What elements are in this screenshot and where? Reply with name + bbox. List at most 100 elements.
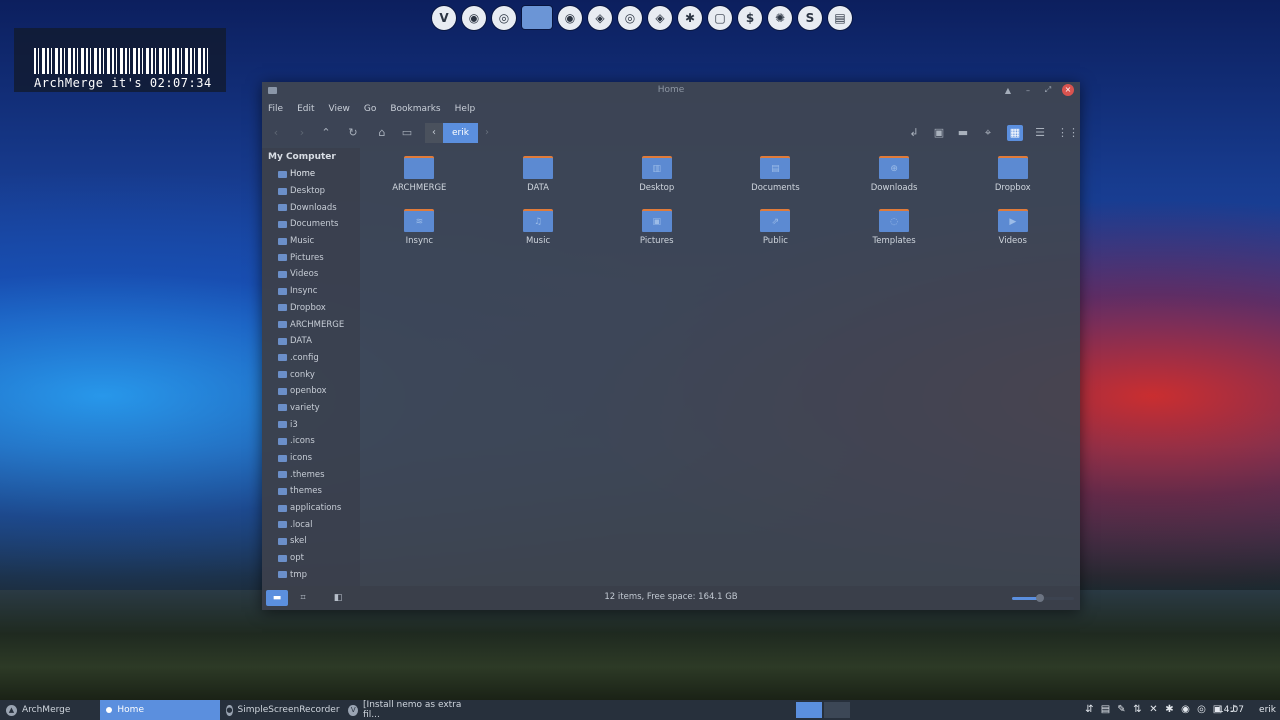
updates-icon[interactable]: ⇅: [1131, 703, 1144, 716]
clipboard-icon[interactable]: ▤: [1099, 703, 1112, 716]
workspace-1[interactable]: [796, 702, 822, 718]
folder-label: Desktop: [639, 183, 675, 193]
minimize-button[interactable]: –: [1022, 86, 1034, 95]
computer-button[interactable]: ▭: [399, 125, 415, 141]
sidebar-item[interactable]: skel: [262, 533, 360, 550]
sidebar-item[interactable]: opt: [262, 550, 360, 567]
menu-file[interactable]: File: [268, 104, 283, 114]
breadcrumb-current[interactable]: erik: [443, 123, 478, 143]
workspace-2[interactable]: [824, 702, 850, 718]
zoom-handle[interactable]: [1035, 594, 1044, 602]
sidebar-item[interactable]: variety: [262, 400, 360, 417]
sidebar-item[interactable]: Documents: [262, 216, 360, 233]
sidebar-item[interactable]: Music: [262, 233, 360, 250]
menu-edit[interactable]: Edit: [297, 104, 314, 114]
sync-icon[interactable]: ◉: [462, 6, 486, 30]
sidebar-header[interactable]: My Computer: [262, 148, 360, 166]
new-folder-button[interactable]: ▬: [955, 125, 971, 141]
list-view-button[interactable]: ☰: [1032, 125, 1048, 141]
forward-button[interactable]: ›: [294, 125, 310, 141]
folder-item[interactable]: ⇗ Public: [716, 209, 835, 254]
locate-button[interactable]: ⌖: [980, 125, 996, 141]
folder-item[interactable]: ▥ Desktop: [597, 156, 716, 201]
sidebar-item[interactable]: Insync: [262, 283, 360, 300]
settings-icon[interactable]: ✱: [1163, 703, 1176, 716]
window-titlebar[interactable]: Home ▲ – ⤢ ×: [262, 82, 1080, 100]
sidebar-item[interactable]: Pictures: [262, 249, 360, 266]
menu-view[interactable]: View: [329, 104, 350, 114]
sidebar-item[interactable]: .themes: [262, 466, 360, 483]
sidebar-item[interactable]: i3: [262, 416, 360, 433]
up-button[interactable]: ⌃: [318, 125, 334, 141]
record-icon[interactable]: ◉: [1179, 703, 1192, 716]
folder-item[interactable]: ≋ Insync: [360, 209, 479, 254]
menu-bookmarks[interactable]: Bookmarks: [390, 104, 440, 114]
sidebar-item-label: i3: [290, 419, 298, 430]
task-browser[interactable]: V [Install nemo as extra fil...: [342, 700, 472, 720]
window-icon[interactable]: ▢: [708, 6, 732, 30]
network-icon[interactable]: ⇵: [1083, 703, 1096, 716]
gear-icon[interactable]: ✱: [678, 6, 702, 30]
sidebar-item[interactable]: .icons: [262, 433, 360, 450]
chrome-icon[interactable]: ◎: [492, 6, 516, 30]
toggle-location-button[interactable]: ▣: [931, 125, 947, 141]
open-terminal-button[interactable]: ↲: [906, 125, 922, 141]
task-simplescreenrecorder[interactable]: ● SimpleScreenRecorder: [220, 700, 342, 720]
sidebar-item[interactable]: openbox: [262, 383, 360, 400]
maximize-button[interactable]: ⤢: [1042, 85, 1054, 95]
folder-icon[interactable]: [522, 6, 552, 29]
folder-item[interactable]: ▤ Documents: [716, 156, 835, 201]
bird-icon[interactable]: ◈: [588, 6, 612, 30]
compact-view-button[interactable]: ⋮⋮: [1057, 125, 1079, 141]
sidebar-item[interactable]: Downloads: [262, 199, 360, 216]
folder-item[interactable]: ♫ Music: [479, 209, 598, 254]
menu-help[interactable]: Help: [455, 104, 476, 114]
app-menu-button[interactable]: ▲ ArchMerge: [0, 700, 76, 720]
folder-item[interactable]: ◌ Templates: [835, 209, 954, 254]
spin-icon[interactable]: ✺: [768, 6, 792, 30]
folder-item[interactable]: ⊕ Downloads: [835, 156, 954, 201]
reload-button[interactable]: ↻: [345, 125, 361, 141]
folder-item[interactable]: ARCHMERGE: [360, 156, 479, 201]
sidebar-item[interactable]: Desktop: [262, 183, 360, 200]
sidebar-item[interactable]: DATA: [262, 333, 360, 350]
home-button[interactable]: ⌂: [374, 125, 390, 141]
bluetooth-icon[interactable]: ✕: [1147, 703, 1160, 716]
sidebar-item[interactable]: tmp: [262, 567, 360, 584]
shade-button[interactable]: ▲: [1002, 86, 1014, 95]
sidebar-item[interactable]: .local: [262, 516, 360, 533]
sidebar-item[interactable]: themes: [262, 483, 360, 500]
sidebar-item[interactable]: Home: [262, 166, 360, 183]
back-button[interactable]: ‹: [268, 125, 284, 141]
spiral-icon[interactable]: ◎: [618, 6, 642, 30]
sidebar-item[interactable]: icons: [262, 450, 360, 467]
breadcrumb-left-arrow[interactable]: ‹: [425, 123, 443, 143]
folder-icon: [278, 404, 287, 412]
folder-item[interactable]: ▶ Videos: [953, 209, 1072, 254]
sidebar-item[interactable]: conky: [262, 366, 360, 383]
breadcrumb-right-arrow[interactable]: ›: [478, 123, 496, 143]
zoom-slider[interactable]: [1012, 594, 1074, 602]
close-button[interactable]: ×: [1062, 84, 1074, 96]
settings-icon[interactable]: ◉: [558, 6, 582, 30]
package-icon[interactable]: ▤: [828, 6, 852, 30]
folder-item[interactable]: DATA: [479, 156, 598, 201]
task-home[interactable]: Home: [100, 700, 221, 720]
money-icon[interactable]: $: [738, 6, 762, 30]
folder-item[interactable]: Dropbox: [953, 156, 1072, 201]
sidebar-item[interactable]: .config: [262, 350, 360, 367]
shell-icon[interactable]: ◈: [648, 6, 672, 30]
folder-icon: [278, 471, 287, 479]
menu-go[interactable]: Go: [364, 104, 376, 114]
pen-icon[interactable]: ✎: [1115, 703, 1128, 716]
sidebar-item[interactable]: ARCHMERGE: [262, 316, 360, 333]
icon-view-button[interactable]: ▦: [1007, 125, 1023, 141]
sidebar-item[interactable]: applications: [262, 500, 360, 517]
taskbar: ▲ ArchMerge Home ● SimpleScreenRecorder V [I…: [0, 700, 1280, 720]
camera-icon[interactable]: ◎: [1195, 703, 1208, 716]
skype-icon[interactable]: S: [798, 6, 822, 30]
vivaldi-icon[interactable]: V: [432, 6, 456, 30]
sidebar-item[interactable]: Dropbox: [262, 300, 360, 317]
folder-item[interactable]: ▣ Pictures: [597, 209, 716, 254]
sidebar-item[interactable]: Videos: [262, 266, 360, 283]
